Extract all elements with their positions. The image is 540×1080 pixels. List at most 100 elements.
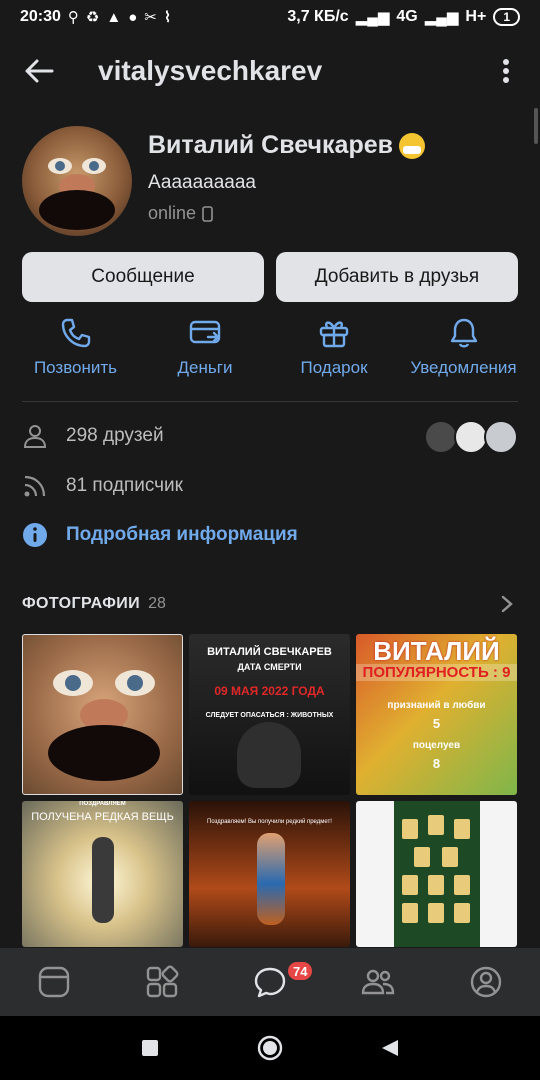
recents-button[interactable] [135, 1033, 165, 1063]
status-right: 3,7 КБ/с ▂▄▆ 4G ▂▄▆ H+ 1 [287, 8, 520, 26]
money-transfer-icon [189, 320, 221, 344]
photo-caption: поцелуев [412, 740, 461, 751]
user-icon [23, 425, 47, 448]
photo-thumbnail[interactable] [22, 634, 183, 795]
cast-icon: ⌇ [163, 9, 172, 26]
photo-thumbnail[interactable] [356, 801, 517, 947]
notifications-action[interactable]: Уведомления [405, 316, 522, 378]
recycle-icon: ♻ [85, 9, 100, 26]
avatar[interactable] [22, 126, 132, 236]
message-bubble-icon [254, 967, 286, 998]
money-action[interactable]: Деньги [173, 316, 237, 378]
gift-icon [319, 321, 349, 348]
mask-emoji-icon [398, 132, 425, 159]
character-image [257, 833, 285, 925]
add-friend-button[interactable]: Добавить в друзья [276, 252, 518, 302]
signal-icon: ▂▄▆ [355, 9, 390, 26]
message-button[interactable]: Сообщение [22, 252, 264, 302]
photo-thumbnail[interactable]: ВИТАЛИЙ СВЕЧКАРЕВ ДАТА СМЕРТИ 09 МАЯ 202… [189, 634, 350, 795]
player-card [414, 847, 430, 867]
tab-news[interactable] [0, 948, 108, 1016]
divider [22, 401, 518, 402]
photo-caption: ВИТАЛИЙ СВЕЧКАРЕВ [207, 646, 332, 658]
player-card [428, 815, 444, 835]
photo-thumbnail[interactable]: Поздравляем! Вы получили редкий предмет! [189, 801, 350, 947]
camera-icon [484, 420, 518, 454]
more-vertical-icon [503, 59, 509, 83]
chat-bubble-icon: ● [128, 8, 138, 26]
details-link: Подробная информация [66, 524, 298, 545]
scrollbar[interactable] [534, 108, 538, 144]
photo-caption: 5 [432, 716, 441, 731]
details-row[interactable]: Подробная информация [22, 522, 298, 548]
triangle-back-icon [382, 1040, 398, 1056]
profile-icon [470, 966, 502, 998]
arrow-left-icon [25, 59, 54, 83]
photo-caption: ПОЗДРАВЛЯЕМ [79, 801, 126, 807]
photo-caption: ПОЛУЧЕНА РЕДКАЯ ВЕЩЬ [31, 811, 174, 823]
notifications-label: Уведомления [410, 358, 517, 377]
photo-caption: признаний в любви [387, 700, 486, 711]
status-left: 20:30 ⚲ ♻ ▲ ● ✂ ⌇ [20, 8, 171, 26]
character-image [92, 837, 114, 923]
photos-header[interactable]: ФОТОГРАФИИ 28 [22, 593, 518, 615]
tab-friends[interactable] [324, 948, 432, 1016]
tab-profile[interactable] [432, 948, 540, 1016]
battery-icon: 1 [493, 8, 520, 26]
status-time: 20:30 [20, 8, 61, 25]
square-icon [142, 1040, 158, 1056]
followers-count: 81 подписчик [66, 475, 183, 496]
unread-badge: 74 [286, 960, 315, 982]
network-speed: 3,7 КБ/с [287, 8, 349, 25]
rss-icon [24, 475, 46, 497]
photo-caption: ДАТА СМЕРТИ [237, 662, 302, 672]
tab-messages[interactable]: 74 [216, 948, 324, 1016]
bottom-tab-bar: 74 [0, 948, 540, 1016]
friends-avatars[interactable] [424, 420, 518, 454]
action-row: Позвонить Деньги Подарок Уведомления [0, 316, 540, 390]
gift-action[interactable]: Подарок [296, 316, 372, 378]
online-text: online [148, 203, 197, 223]
photo-caption: Поздравляем! Вы получили редкий предмет! [207, 819, 332, 825]
player-card [442, 847, 458, 867]
header: vitalysvechkarev [0, 40, 540, 102]
home-button[interactable] [255, 1033, 285, 1063]
phone-icon [61, 318, 90, 348]
photos-title: ФОТОГРАФИИ [22, 595, 141, 612]
player-card [454, 903, 470, 923]
services-grid-icon [146, 965, 179, 998]
circle-icon [257, 1035, 283, 1061]
battery-level: 1 [503, 10, 510, 24]
profile-name: Виталий Свечкарев [148, 131, 425, 160]
photo-thumbnail[interactable]: ВИТАЛИЙ ПОПУЛЯРНОСТЬ : 9 признаний в люб… [356, 634, 517, 795]
more-options-button[interactable] [490, 54, 522, 88]
player-card [402, 903, 418, 923]
system-nav-bar [0, 1016, 540, 1080]
warning-icon: ▲ [106, 8, 122, 26]
system-back-button[interactable] [375, 1033, 405, 1063]
skull-image [237, 722, 301, 788]
friend-avatar [454, 420, 488, 454]
call-action[interactable]: Позвонить [28, 316, 123, 378]
info-icon [23, 523, 47, 547]
chevron-right-icon [496, 593, 518, 615]
player-card [402, 819, 418, 839]
call-label: Позвонить [33, 358, 118, 377]
avatar-face-image [39, 158, 115, 230]
friend-avatar [424, 420, 458, 454]
gift-label: Подарок [300, 358, 368, 377]
photo-caption: ПОПУЛЯРНОСТЬ : 9 [356, 664, 517, 681]
network-type: 4G [396, 8, 418, 25]
player-card [428, 903, 444, 923]
game-screenshot-image [394, 801, 480, 947]
followers-row[interactable]: 81 подписчик [22, 473, 183, 499]
player-card [454, 875, 470, 895]
friends-row[interactable]: 298 друзей [22, 423, 164, 449]
photo-caption: 8 [432, 756, 441, 771]
player-card [454, 819, 470, 839]
tab-services[interactable] [108, 948, 216, 1016]
photos-count: 28 [148, 595, 166, 612]
photo-thumbnail[interactable]: ПОЗДРАВЛЯЕМ ПОЛУЧЕНА РЕДКАЯ ВЕЩЬ [22, 801, 183, 947]
back-button[interactable] [0, 40, 78, 102]
friends-icon [361, 969, 395, 995]
